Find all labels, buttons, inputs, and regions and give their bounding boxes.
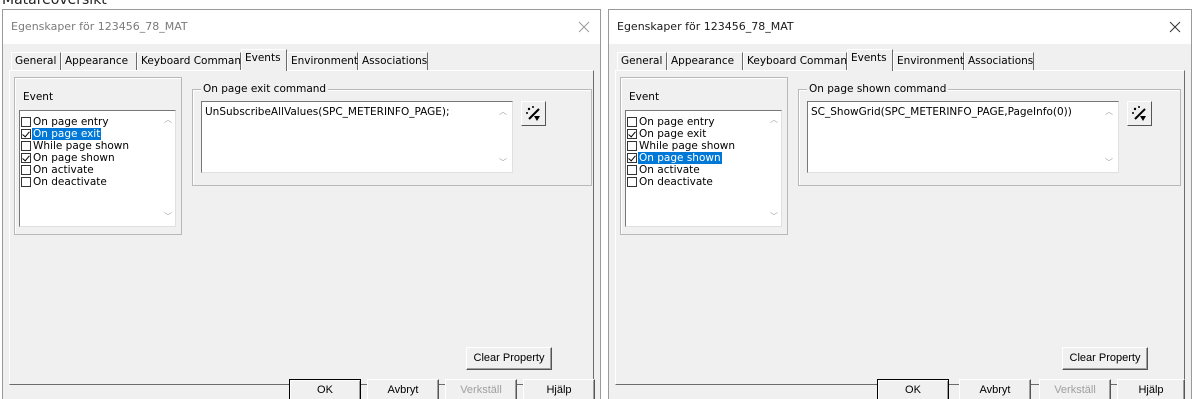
scroll-up-arrow-icon[interactable]: ︿ xyxy=(770,116,778,124)
event-item-on-page-shown[interactable]: On page shown xyxy=(21,152,116,164)
ok-button[interactable]: OK xyxy=(289,379,361,399)
tab-keyboard-commands[interactable]: Keyboard Commands xyxy=(137,52,253,70)
checkbox[interactable] xyxy=(21,141,31,151)
checkbox[interactable] xyxy=(21,129,31,139)
checkbox[interactable] xyxy=(627,177,637,187)
checkbox[interactable] xyxy=(627,117,637,127)
apply-button[interactable]: Verkställ xyxy=(445,379,517,399)
magic-wand-icon xyxy=(526,106,540,121)
command-value: UnSubscribeAllValues(SPC_METERINFO_PAGE)… xyxy=(205,106,450,118)
scroll-down-arrow-icon[interactable]: ﹀ xyxy=(770,213,778,221)
tab-general[interactable]: General xyxy=(11,52,61,70)
checkbox[interactable] xyxy=(21,177,31,187)
checkbox[interactable] xyxy=(627,141,637,151)
event-list[interactable]: On page entry On page exit While page sh… xyxy=(19,110,176,227)
titlebar: Egenskaper för 123456_78_MAT xyxy=(609,10,1191,44)
close-icon[interactable] xyxy=(1165,17,1185,37)
dialog-title: Egenskaper för 123456_78_MAT xyxy=(617,20,794,33)
scroll-up-arrow-icon[interactable]: ︿ xyxy=(499,108,507,116)
event-label: On page entry xyxy=(33,116,109,128)
event-item-on-page-entry[interactable]: On page entry xyxy=(627,116,716,128)
event-item-while-page-shown[interactable]: While page shown xyxy=(627,140,736,152)
command-wizard-button[interactable] xyxy=(521,101,546,126)
help-button[interactable]: Hjälp xyxy=(523,379,595,399)
tab-general[interactable]: General xyxy=(617,52,667,70)
checkbox[interactable] xyxy=(627,129,637,139)
event-group-label: Event xyxy=(629,91,660,103)
properties-dialog-right: Egenskaper för 123456_78_MAT General App… xyxy=(608,9,1192,399)
event-label: On activate xyxy=(33,164,94,176)
titlebar: Egenskaper för 123456_78_MAT xyxy=(3,10,600,44)
event-label: On deactivate xyxy=(639,176,713,188)
tab-associations[interactable]: Associations xyxy=(358,52,428,70)
properties-dialog-left: Egenskaper för 123456_78_MAT General App… xyxy=(2,9,601,399)
event-list[interactable]: On page entry On page exit While page sh… xyxy=(625,110,782,227)
event-item-on-page-exit[interactable]: On page exit xyxy=(627,128,707,140)
event-label: On page exit xyxy=(639,128,707,140)
ok-button[interactable]: OK xyxy=(877,379,949,399)
event-label: On activate xyxy=(639,164,700,176)
event-label: While page shown xyxy=(33,140,130,152)
event-group: Event On page entry On page exit While p… xyxy=(620,77,788,235)
scroll-down-arrow-icon[interactable]: ﹀ xyxy=(1105,159,1113,167)
tab-events[interactable]: Events xyxy=(241,49,287,71)
scroll-down-arrow-icon[interactable]: ﹀ xyxy=(164,213,172,221)
tab-keyboard-commands[interactable]: Keyboard Commands xyxy=(743,52,859,70)
command-input[interactable]: SC_ShowGrid(SPC_METERINFO_PAGE,PageInfo(… xyxy=(807,101,1119,173)
event-label: On deactivate xyxy=(33,176,107,188)
tab-environment[interactable]: Environment xyxy=(287,52,358,70)
tab-environment[interactable]: Environment xyxy=(893,52,964,70)
tab-appearance[interactable]: Appearance xyxy=(667,52,743,70)
event-item-while-page-shown[interactable]: While page shown xyxy=(21,140,130,152)
event-list-scrollbar[interactable]: ︿ ﹀ xyxy=(768,112,780,225)
event-group-label: Event xyxy=(23,91,54,103)
command-group: On page exit command UnSubscribeAllValue… xyxy=(192,82,592,186)
event-item-on-deactivate[interactable]: On deactivate xyxy=(21,176,108,188)
event-label: On page shown xyxy=(638,152,722,164)
close-icon[interactable] xyxy=(574,17,594,37)
events-tab-panel: Event On page entry On page exit While p… xyxy=(9,70,594,385)
clear-property-button[interactable]: Clear Property xyxy=(1062,347,1148,370)
scroll-up-arrow-icon[interactable]: ︿ xyxy=(164,116,172,124)
event-label: On page shown xyxy=(33,152,115,164)
cancel-button[interactable]: Avbryt xyxy=(367,379,439,399)
event-list-scrollbar[interactable]: ︿ ﹀ xyxy=(162,112,174,225)
magic-wand-icon xyxy=(1132,106,1146,121)
command-group: On page shown command SC_ShowGrid(SPC_ME… xyxy=(798,82,1181,186)
checkbox[interactable] xyxy=(627,165,637,175)
checkbox[interactable] xyxy=(21,165,31,175)
help-button[interactable]: Hjälp xyxy=(1117,379,1185,399)
event-label: On page entry xyxy=(639,116,715,128)
command-value: SC_ShowGrid(SPC_METERINFO_PAGE,PageInfo(… xyxy=(811,106,1072,118)
tab-associations[interactable]: Associations xyxy=(964,52,1034,70)
event-item-on-activate[interactable]: On activate xyxy=(21,164,95,176)
page-heading: Mätareöversikt xyxy=(2,0,107,8)
checkbox[interactable] xyxy=(21,153,31,163)
scroll-down-arrow-icon[interactable]: ﹀ xyxy=(499,159,507,167)
scroll-up-arrow-icon[interactable]: ︿ xyxy=(1105,108,1113,116)
clear-property-button[interactable]: Clear Property xyxy=(466,347,552,370)
event-group: Event On page entry On page exit While p… xyxy=(14,77,182,235)
events-tab-panel: Event On page entry On page exit While p… xyxy=(615,70,1185,385)
event-item-on-page-entry[interactable]: On page entry xyxy=(21,116,110,128)
cancel-button[interactable]: Avbryt xyxy=(959,379,1031,399)
command-wizard-button[interactable] xyxy=(1127,101,1152,126)
dialog-title: Egenskaper för 123456_78_MAT xyxy=(11,20,188,33)
event-item-on-activate[interactable]: On activate xyxy=(627,164,701,176)
apply-button[interactable]: Verkställ xyxy=(1039,379,1111,399)
tab-events[interactable]: Events xyxy=(847,49,893,71)
tab-appearance[interactable]: Appearance xyxy=(61,52,137,70)
event-item-on-deactivate[interactable]: On deactivate xyxy=(627,176,714,188)
event-item-on-page-shown[interactable]: On page shown xyxy=(627,152,722,164)
event-label: On page exit xyxy=(32,128,102,140)
command-group-label: On page shown command xyxy=(807,82,949,96)
checkbox[interactable] xyxy=(627,153,637,163)
command-group-label: On page exit command xyxy=(201,82,329,96)
event-item-on-page-exit[interactable]: On page exit xyxy=(21,128,102,140)
event-label: While page shown xyxy=(639,140,736,152)
checkbox[interactable] xyxy=(21,117,31,127)
command-input[interactable]: UnSubscribeAllValues(SPC_METERINFO_PAGE)… xyxy=(201,101,513,173)
